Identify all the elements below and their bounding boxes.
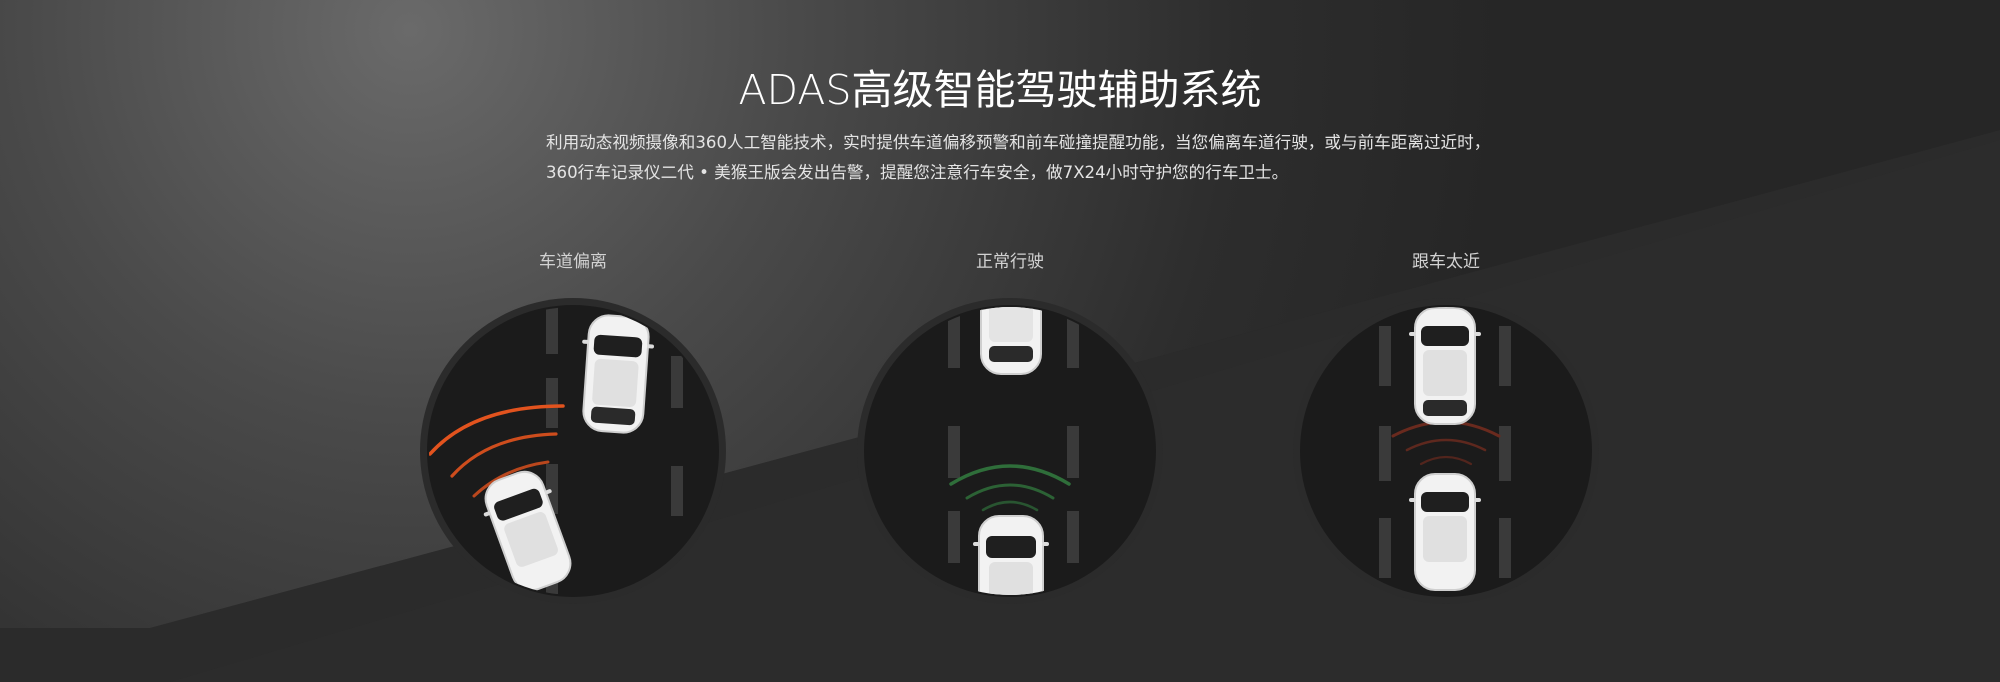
normal-driving-scene-icon	[857, 298, 1163, 604]
adas-feature-section: ADAS高级智能驾驶辅助系统 利用动态视频摄像和360人工智能技术，实时提供车道…	[0, 0, 2000, 682]
panel-normal-driving-label: 正常行驶	[976, 252, 1044, 272]
panel-following-too-close-label: 跟车太近	[1412, 252, 1480, 272]
panel-lane-departure: 车道偏离	[418, 248, 728, 610]
section-title: ADAS高级智能驾驶辅助系统	[738, 66, 1262, 114]
panel-following-too-close: 跟车太近	[1291, 248, 1601, 610]
panel-normal-driving: 正常行驶	[855, 248, 1165, 610]
description-line-1: 利用动态视频摄像和360人工智能技术，实时提供车道偏移预警和前车碰撞提醒功能，当…	[546, 133, 1491, 152]
panel-lane-departure-label: 车道偏离	[539, 252, 607, 272]
section-description: 利用动态视频摄像和360人工智能技术，实时提供车道偏移预警和前车碰撞提醒功能，当…	[546, 128, 1491, 188]
description-line-2: 360行车记录仪二代 • 美猴王版会发出告警，提醒您注意行车安全，做7X24小时…	[546, 163, 1289, 182]
following-too-close-scene-icon	[1293, 298, 1599, 604]
lane-departure-scene-icon	[420, 298, 726, 604]
